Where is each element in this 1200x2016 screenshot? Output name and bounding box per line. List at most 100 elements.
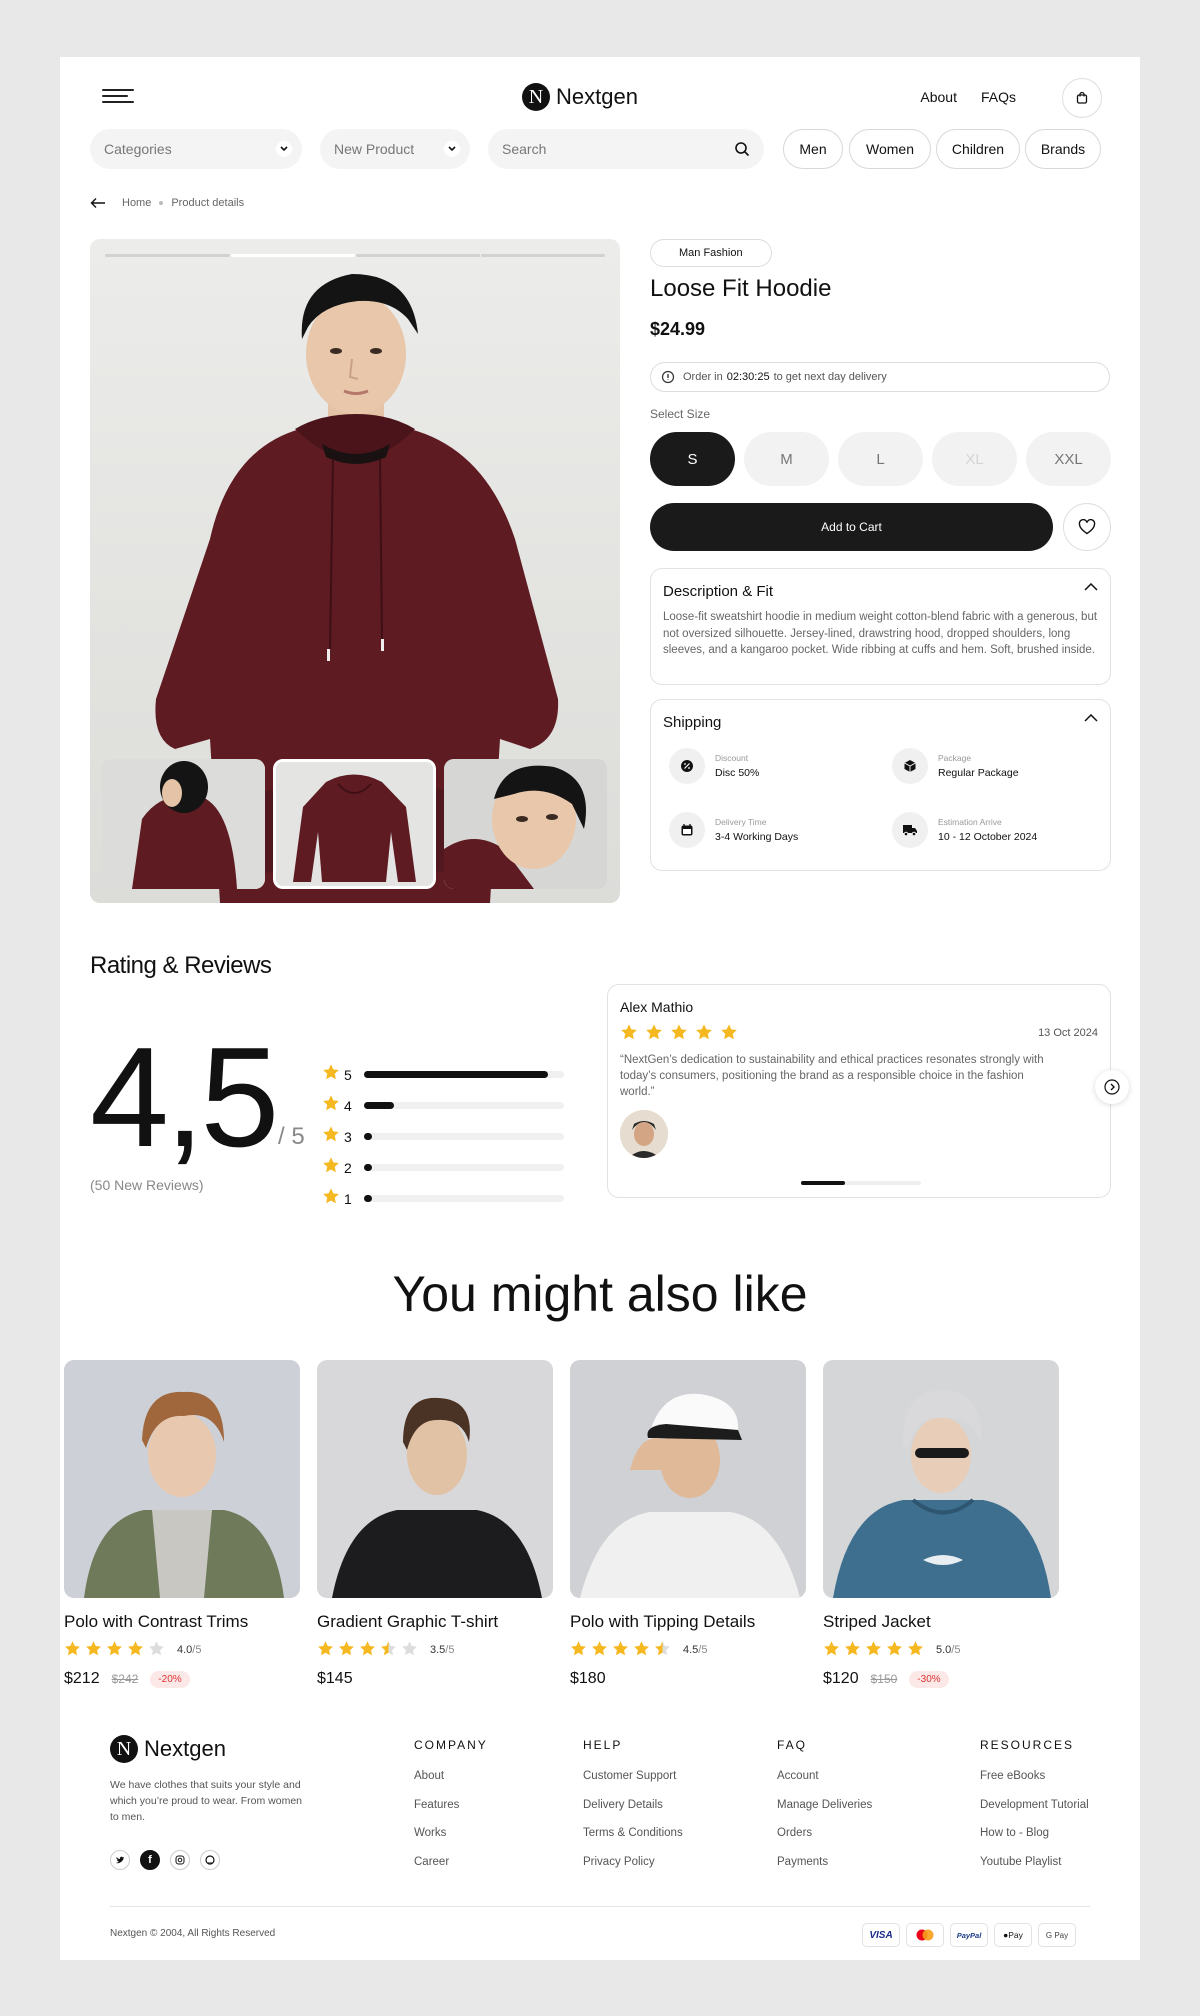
pill-brands[interactable]: Brands bbox=[1025, 129, 1101, 169]
next-review-button[interactable] bbox=[1095, 1070, 1129, 1104]
pill-men[interactable]: Men bbox=[783, 129, 843, 169]
footer-link[interactable]: Youtube Playlist bbox=[980, 1856, 1089, 1885]
footer-link[interactable]: How to - Blog bbox=[980, 1827, 1089, 1856]
rating-bar-row: 1 bbox=[322, 1187, 564, 1210]
rating-denominator: /5 bbox=[698, 1644, 708, 1656]
product-card[interactable]: Gradient Graphic T-shirt 3.5/5 $145 bbox=[317, 1360, 553, 1688]
footer-link[interactable]: Orders bbox=[777, 1827, 872, 1856]
cart-button[interactable] bbox=[1062, 78, 1102, 118]
size-option-s[interactable]: S bbox=[650, 432, 735, 486]
footer-link[interactable]: Development Tutorial bbox=[980, 1799, 1089, 1828]
category-tag[interactable]: Man Fashion bbox=[650, 239, 772, 267]
product-rating: 4.5/5 bbox=[570, 1640, 806, 1660]
rating-bar-star: 2 bbox=[344, 1159, 352, 1176]
product-old-price: $242 bbox=[111, 1672, 139, 1686]
arrow-left-icon[interactable] bbox=[90, 197, 106, 209]
footer-link[interactable]: Career bbox=[414, 1856, 488, 1885]
review-pagination[interactable] bbox=[801, 1181, 921, 1185]
product-price: $120 bbox=[823, 1670, 859, 1687]
shipping-accordion: Shipping Discount Disc 50% Package Regular… bbox=[650, 699, 1111, 871]
pill-children[interactable]: Children bbox=[936, 129, 1020, 169]
average-score: 4,5 bbox=[90, 1018, 279, 1177]
size-option-l[interactable]: L bbox=[838, 432, 923, 486]
product-name[interactable]: Polo with Tipping Details bbox=[570, 1612, 806, 1632]
star-icon bbox=[886, 1640, 903, 1660]
truck-icon bbox=[892, 812, 928, 848]
footer-link[interactable]: Privacy Policy bbox=[583, 1856, 683, 1885]
thumbnail-image bbox=[444, 759, 607, 889]
thumbnail-flat[interactable] bbox=[273, 759, 436, 889]
footer-link[interactable]: About bbox=[414, 1770, 488, 1799]
wishlist-button[interactable] bbox=[1063, 503, 1111, 551]
star-icon bbox=[380, 1640, 397, 1660]
product-price-row: $145 bbox=[317, 1670, 553, 1688]
product-name[interactable]: Polo with Contrast Trims bbox=[64, 1612, 300, 1632]
discount-icon bbox=[669, 748, 705, 784]
size-option-xxl[interactable]: XXL bbox=[1026, 432, 1111, 486]
rating-bar-star: 5 bbox=[344, 1066, 352, 1083]
footer-link[interactable]: Payments bbox=[777, 1856, 872, 1885]
new-product-dropdown[interactable]: New Product bbox=[320, 129, 470, 169]
breadcrumb-home[interactable]: Home bbox=[122, 197, 151, 209]
footer-logo[interactable]: N Nextgen bbox=[110, 1735, 226, 1763]
search-input[interactable]: Search bbox=[488, 129, 764, 169]
product-image[interactable] bbox=[823, 1360, 1059, 1598]
size-option-m[interactable]: M bbox=[744, 432, 829, 486]
footer-heading: RESOURCES bbox=[980, 1738, 1075, 1752]
rating-value: 5.0 bbox=[936, 1644, 952, 1656]
shipping-estimation: Estimation Arrive 10 - 12 October 2024 bbox=[892, 812, 1037, 848]
chevron-up-icon[interactable] bbox=[1084, 583, 1098, 591]
brand-name: Nextgen bbox=[556, 84, 638, 109]
footer-link[interactable]: Manage Deliveries bbox=[777, 1799, 872, 1828]
nav-about[interactable]: About bbox=[920, 89, 957, 105]
twitter-icon[interactable] bbox=[110, 1850, 130, 1870]
product-card[interactable]: Polo with Tipping Details 4.5/5 $180 bbox=[570, 1360, 806, 1688]
product-image[interactable] bbox=[317, 1360, 553, 1598]
pill-women[interactable]: Women bbox=[849, 129, 931, 169]
rating-bar-fill bbox=[364, 1102, 394, 1109]
product-card[interactable]: Polo with Contrast Trims 4.0/5 $212 $242 -20… bbox=[64, 1360, 300, 1688]
product-image[interactable] bbox=[570, 1360, 806, 1598]
product-page: N Nextgen About FAQs Categories New Prod… bbox=[60, 57, 1140, 1960]
footer-link[interactable]: Account bbox=[777, 1770, 872, 1799]
chevron-up-icon[interactable] bbox=[1084, 714, 1098, 722]
star-icon bbox=[720, 1023, 738, 1046]
footer-link[interactable]: Customer Support bbox=[583, 1770, 683, 1799]
size-label: Select Size bbox=[650, 407, 711, 421]
menu-icon[interactable] bbox=[102, 89, 134, 105]
thumbnail-face[interactable] bbox=[444, 759, 607, 889]
rating-bar-fill bbox=[364, 1133, 372, 1140]
footer-link[interactable]: Free eBooks bbox=[980, 1770, 1089, 1799]
product-name[interactable]: Gradient Graphic T-shirt bbox=[317, 1612, 553, 1632]
footer-link[interactable]: Terms & Conditions bbox=[583, 1827, 683, 1856]
product-name[interactable]: Striped Jacket bbox=[823, 1612, 1059, 1632]
thumbnail-back[interactable] bbox=[102, 759, 265, 889]
shipping-title[interactable]: Shipping bbox=[663, 714, 721, 731]
github-icon[interactable] bbox=[200, 1850, 220, 1870]
rating-bar-track bbox=[364, 1195, 564, 1202]
search-placeholder: Search bbox=[502, 141, 547, 157]
product-gallery[interactable] bbox=[90, 239, 620, 903]
product-image[interactable] bbox=[64, 1360, 300, 1598]
categories-dropdown[interactable]: Categories bbox=[90, 129, 302, 169]
facebook-icon[interactable]: f bbox=[140, 1850, 160, 1870]
footer-link[interactable]: Features bbox=[414, 1799, 488, 1828]
product-price-row: $180 bbox=[570, 1670, 806, 1688]
brand-logo[interactable]: N Nextgen bbox=[522, 83, 638, 111]
nav-faqs[interactable]: FAQs bbox=[981, 89, 1016, 105]
shipping-value: Regular Package bbox=[938, 767, 1019, 779]
add-to-cart-button[interactable]: Add to Cart bbox=[650, 503, 1053, 551]
search-icon[interactable] bbox=[734, 141, 750, 157]
footer-link[interactable]: Delivery Details bbox=[583, 1799, 683, 1828]
footer-link[interactable]: Works bbox=[414, 1827, 488, 1856]
shipping-label: Delivery Time bbox=[715, 817, 767, 827]
product-card[interactable]: Striped Jacket 5.0/5 $120 $150 -30% bbox=[823, 1360, 1059, 1688]
description-title[interactable]: Description & Fit bbox=[663, 583, 773, 600]
footer-column: HELP Customer Support Delivery Details Term… bbox=[583, 1738, 683, 1884]
discount-badge: -20% bbox=[150, 1670, 190, 1688]
instagram-icon[interactable] bbox=[170, 1850, 190, 1870]
recommendations-title: You might also like bbox=[392, 1266, 808, 1322]
rating-bar-fill bbox=[364, 1195, 372, 1202]
star-icon bbox=[322, 1063, 340, 1086]
copyright: Nextgen © 2004, All Rights Reserved bbox=[110, 1928, 276, 1939]
